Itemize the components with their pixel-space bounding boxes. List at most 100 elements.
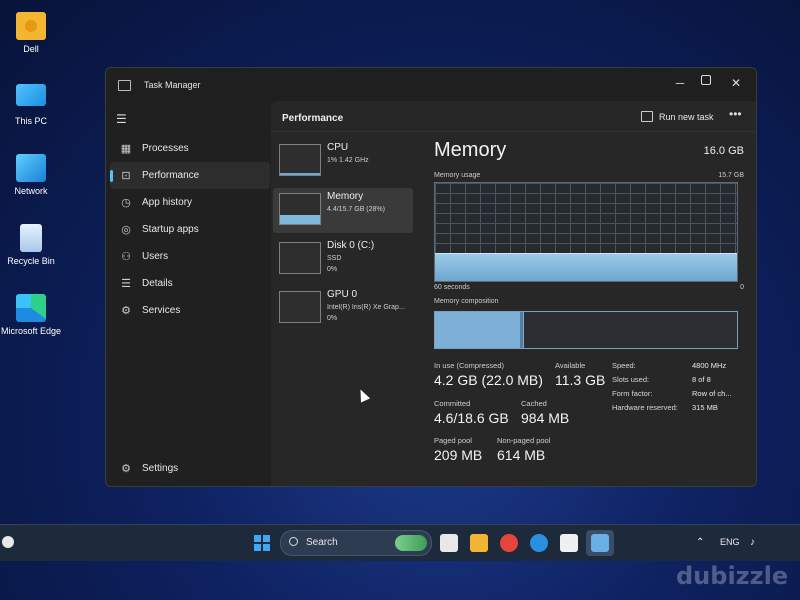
services-icon: ⚙	[121, 304, 131, 317]
resource-usage: 0%	[327, 266, 338, 273]
sidebar-item-label: Processes	[142, 143, 189, 154]
cpu-thumbnail-graph	[279, 144, 321, 176]
resource-name: Disk 0 (C:)	[327, 240, 375, 251]
desktop-icon-label: Network	[14, 186, 48, 196]
task-manager-window: Task Manager ─ ✕ ☰ ▦ Processes ⊡ Perform…	[105, 67, 757, 487]
sidebar-item-label: App history	[142, 197, 193, 208]
performance-icon: ⊡	[121, 169, 131, 182]
desktop-icon-label: Microsoft Edge	[0, 326, 62, 336]
spec-value: 315 MB	[692, 403, 718, 412]
sidebar-item-performance[interactable]: ⊡ Performance	[110, 162, 270, 189]
spec-value: 8 of 8	[692, 375, 711, 384]
language-indicator[interactable]: ENG	[720, 537, 740, 547]
watermark-logo: dubizzle	[676, 562, 789, 590]
performance-panel: Performance Run new task ••• CPU 1% 1.42…	[271, 101, 756, 486]
close-button[interactable]: ✕	[722, 72, 750, 94]
sidebar-item-label: Startup apps	[142, 224, 199, 235]
available-label: Available	[555, 361, 586, 370]
volume-icon[interactable]: ♪	[750, 537, 755, 548]
sidebar-item-services[interactable]: ⚙ Services	[110, 297, 270, 324]
minimize-button[interactable]: ─	[666, 72, 694, 94]
desktop-icon-edge[interactable]: Microsoft Edge	[0, 294, 66, 336]
taskbar-search[interactable]: Search	[280, 530, 432, 556]
desktop-icon-label: Dell	[23, 44, 39, 54]
desktop-icon-dell[interactable]: Dell	[0, 12, 66, 54]
folder-icon	[16, 12, 46, 40]
composition-label: Memory composition	[434, 298, 499, 305]
non-paged-pool-value: 614 MB	[497, 447, 546, 463]
resource-item-gpu[interactable]: GPU 0 Intel(R) Iris(R) Xe Grap... 0%	[273, 286, 413, 331]
chrome-icon[interactable]	[500, 534, 518, 552]
sidebar-item-label: Settings	[142, 463, 179, 474]
recycle-bin-icon	[20, 224, 42, 252]
resource-subtitle: 4.4/15.7 GB (28%)	[327, 206, 385, 213]
sidebar-item-processes[interactable]: ▦ Processes	[110, 135, 270, 162]
resource-item-cpu[interactable]: CPU 1% 1.42 GHz	[273, 139, 413, 184]
desktop-icon-label: This PC	[14, 116, 47, 126]
edge-icon	[16, 294, 46, 322]
file-explorer-icon[interactable]	[470, 534, 488, 552]
more-options-button[interactable]: •••	[729, 107, 742, 121]
details-icon: ☰	[121, 277, 131, 290]
weather-widget-icon[interactable]	[2, 536, 14, 548]
processes-icon: ▦	[120, 142, 132, 155]
sidebar-item-label: Users	[142, 251, 169, 262]
maximize-button[interactable]	[692, 72, 720, 94]
widgets-icon[interactable]	[440, 534, 458, 552]
memory-usage-graph	[434, 182, 738, 282]
resource-name: GPU 0	[327, 289, 358, 300]
gpu-thumbnail-graph	[279, 291, 321, 323]
sidebar-item-app-history[interactable]: ◷ App history	[110, 189, 270, 216]
sidebar-item-label: Details	[142, 278, 173, 289]
sidebar-item-settings[interactable]: ⚙ Settings	[110, 455, 260, 482]
sidebar-item-label: Performance	[142, 170, 200, 181]
disk-thumbnail-graph	[279, 242, 321, 274]
task-manager-taskbar-button[interactable]	[586, 530, 614, 556]
usage-label: Memory usage	[434, 172, 481, 179]
store-icon[interactable]	[560, 534, 578, 552]
spec-key: Form factor:	[612, 389, 653, 398]
desktop-icon-this-pc[interactable]: This PC	[0, 84, 66, 126]
desktop-icon-recycle-bin[interactable]: Recycle Bin	[0, 224, 66, 266]
resource-usage: 0%	[327, 315, 338, 322]
sidebar-item-users[interactable]: ⚇ Users	[110, 243, 270, 270]
title-bar[interactable]: Task Manager ─ ✕	[106, 68, 756, 102]
run-new-task-button[interactable]: Run new task	[641, 111, 714, 122]
spec-key: Slots used:	[612, 375, 650, 384]
search-icon	[289, 537, 298, 546]
paged-pool-label: Paged pool	[434, 436, 472, 445]
task-manager-icon	[591, 534, 609, 552]
hamburger-menu-icon[interactable]: ☰	[116, 112, 127, 126]
resource-item-disk[interactable]: Disk 0 (C:) SSD 0%	[273, 237, 413, 282]
task-manager-icon	[118, 80, 131, 91]
resource-item-memory[interactable]: Memory 4.4/15.7 GB (28%)	[273, 188, 413, 233]
memory-thumbnail-graph	[279, 193, 321, 225]
resource-subtitle: 1% 1.42 GHz	[327, 157, 369, 164]
memory-total: 16.0 GB	[703, 145, 744, 157]
cached-value: 984 MB	[521, 410, 570, 426]
run-new-task-label: Run new task	[659, 111, 714, 122]
sidebar-nav: ▦ Processes ⊡ Performance ◷ App history …	[110, 135, 270, 324]
spec-key: Speed:	[612, 361, 636, 370]
network-icon	[16, 154, 46, 182]
spec-key: Hardware reserved:	[612, 403, 678, 412]
memory-composition-bar	[434, 311, 738, 349]
edge-icon[interactable]	[530, 534, 548, 552]
committed-label: Committed	[434, 399, 471, 408]
resource-name: Memory	[327, 191, 364, 202]
composition-in-use	[435, 312, 520, 348]
resource-list: CPU 1% 1.42 GHz Memory 4.4/15.7 GB (28%)…	[273, 139, 413, 335]
memory-title: Memory	[434, 139, 507, 161]
taskbar: Search ⌃ ENG ♪	[0, 524, 800, 561]
start-button[interactable]	[254, 535, 270, 551]
desktop-icon-network[interactable]: Network	[0, 154, 66, 196]
composition-standby	[522, 312, 624, 348]
sidebar-item-details[interactable]: ☰ Details	[110, 270, 270, 297]
usage-max: 15.7 GB	[718, 172, 744, 179]
gear-icon: ⚙	[121, 462, 131, 475]
window-title: Task Manager	[144, 80, 201, 90]
sidebar-item-label: Services	[142, 305, 181, 316]
sidebar-item-startup-apps[interactable]: ◎ Startup apps	[110, 216, 270, 243]
non-paged-pool-label: Non-paged pool	[497, 436, 551, 445]
show-hidden-icons-button[interactable]: ⌃	[696, 537, 704, 548]
